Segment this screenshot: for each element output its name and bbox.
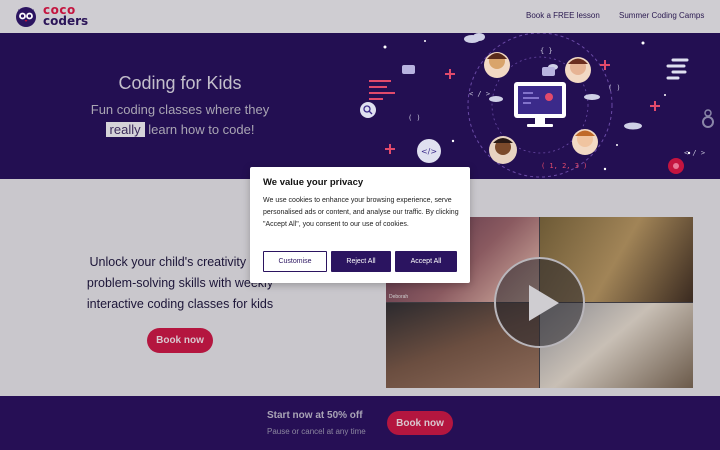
hero-subtitle-line2: learn how to code! bbox=[148, 122, 255, 137]
hero-highlight-word: really bbox=[105, 122, 145, 137]
illustration-label: ( ) bbox=[408, 114, 421, 122]
hero-coding-illustration: </> < / > () {} < / > (1, 2, 3) () bbox=[360, 33, 714, 178]
kid-avatar-icon bbox=[484, 52, 510, 78]
illustration-label: < / > bbox=[684, 149, 705, 157]
owl-logo-icon bbox=[16, 7, 36, 27]
customise-button[interactable]: Customise bbox=[263, 251, 327, 272]
illustration-label: ( ) bbox=[608, 84, 621, 92]
kid-avatar-icon bbox=[489, 136, 517, 164]
illustration-label: { } bbox=[540, 47, 553, 55]
promo-subtitle: Pause or cancel at any time bbox=[267, 427, 366, 436]
cookie-dialog-title: We value your privacy bbox=[263, 177, 364, 188]
promo-bar: Start now at 50% off Pause or cancel at … bbox=[0, 396, 720, 450]
participant-name: Deborah bbox=[389, 294, 409, 300]
reject-all-button[interactable]: Reject All bbox=[331, 251, 391, 272]
promo-title: Start now at 50% off bbox=[267, 410, 363, 421]
nav-summer-coding-camps[interactable]: Summer Coding Camps bbox=[619, 11, 704, 20]
hero-title: Coding for Kids bbox=[118, 73, 242, 93]
svg-text:</>: </> bbox=[421, 147, 437, 156]
play-button[interactable] bbox=[494, 257, 585, 348]
book-now-button[interactable]: Book now bbox=[147, 328, 213, 353]
coco-coders-logo[interactable]: coco coders bbox=[14, 4, 96, 30]
play-icon bbox=[529, 285, 559, 321]
hero-subtitle-line1: Fun coding classes where they bbox=[90, 102, 270, 117]
magnifier-icon bbox=[360, 102, 376, 118]
kid-avatar-icon bbox=[565, 57, 591, 83]
hero-banner: Coding for Kids Fun coding classes where… bbox=[0, 33, 720, 179]
kid-avatar-icon bbox=[572, 129, 598, 155]
cookie-consent-dialog: We value your privacy We use cookies to … bbox=[250, 167, 470, 283]
accept-all-button[interactable]: Accept All bbox=[395, 251, 457, 272]
site-header: coco coders Book a FREE lesson Summer Co… bbox=[0, 0, 720, 33]
logo-word-coders: coders bbox=[43, 14, 89, 28]
illustration-label: < / > bbox=[469, 90, 490, 98]
cookie-dialog-body: We use cookies to enhance your browsing … bbox=[263, 197, 459, 228]
illustration-label: ( 1, 2, 3 ) bbox=[541, 162, 587, 170]
gear-icon bbox=[702, 109, 714, 128]
hero-subtitle: Fun coding classes where they really lea… bbox=[0, 100, 360, 140]
promo-book-now-button[interactable]: Book now bbox=[387, 411, 453, 435]
nav-book-free-lesson[interactable]: Book a FREE lesson bbox=[526, 11, 600, 20]
